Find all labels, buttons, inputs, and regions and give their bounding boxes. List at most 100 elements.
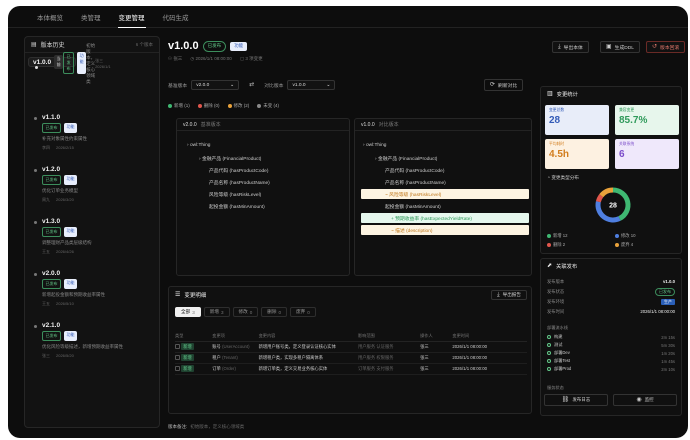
tree-node[interactable]: › 金融产品 (FinancialProduct) [375, 155, 437, 162]
clock-icon: ◷ [190, 56, 195, 61]
legend-dot-icon [257, 103, 262, 108]
swap-icon[interactable]: ⇄ [249, 82, 254, 88]
release-info-row: 发布环境 生产 [547, 297, 675, 306]
target-label: 对比版本 [264, 83, 284, 89]
filter-tab[interactable]: 全部 3 [175, 307, 201, 317]
generate-ddl-button[interactable]: ▣ 生成DDL [600, 41, 640, 53]
timeline-dot [34, 117, 37, 120]
row-checkbox[interactable] [175, 354, 180, 360]
monitor-button[interactable]: ◉ 监控 [613, 394, 677, 406]
legend-item: 未变 (4) [257, 103, 279, 109]
tree-node[interactable]: 产品代码 (hasProductCode) [385, 167, 444, 174]
donut-slice-3 [599, 187, 614, 198]
row-checkbox[interactable] [175, 365, 180, 371]
tree-node-added[interactable]: + 预期收益率 (hasExpectedYieldRate) [361, 213, 529, 223]
undo-icon: ↺ [652, 44, 658, 50]
filter-tab[interactable]: 修改 0 [232, 307, 259, 317]
tree-node[interactable]: 产品名称 (hasProductName) [209, 179, 270, 186]
version-history-panel: ▤ 版本历史 6 个版本 v1.0.0 当前 已发布 功能 初始版本，定义核心领域类 张三… [24, 36, 160, 428]
timeline-dot [34, 325, 37, 328]
column-header: 类型 [175, 331, 213, 342]
status-badge: 已发布 [42, 175, 61, 185]
table-row[interactable]: 新增 账号 (UserAccount) 新增用户账号类，定义登录认证核心实体 用户服务… [175, 341, 527, 353]
column-header: 操作人 [420, 331, 453, 342]
detail-title: 变更明细 [184, 293, 207, 299]
timeline-dot [34, 169, 37, 172]
type-badge: 新增 [181, 365, 194, 372]
history-count: 6 个版本 [135, 41, 153, 47]
dist-legend-item: 修改 10 [615, 233, 636, 239]
version-item-v1-1-0[interactable]: v1.1.0 已发布 功能 补充对象属性约束属性 李四 2026/2/15 [28, 109, 158, 161]
donut-slice-2 [595, 194, 604, 203]
tree-node[interactable]: 风险等级 (hasRiskLevel) [209, 191, 261, 198]
tab-changes[interactable]: 变更管理 [110, 12, 154, 28]
version-name: v1.0.0 [168, 40, 199, 52]
release-panel: ⬈ 关联发布 发布版本 v1.0.0 发布状态 已发布 发布环境 生产 发布时间 2026/1/… [540, 258, 682, 416]
version-meta: ⚇ 张三 ◷ 2026/1/1 08:00:00 ▢ 3 项变更 [168, 56, 263, 62]
stats-panel: ▥ 变更统计 变更总数 28 兼容变更 85.7% 平均耗时 4.5h 关联系统 6 ◔ 变更类… [540, 86, 682, 254]
target-tree-version: v1.0.0 [361, 121, 375, 128]
version-name: v2.1.0 [42, 322, 61, 329]
compare-selectors: 基准版本 v2.0.0 ⌄ ⇄ 对比版本 v1.0.0 ⌄ [168, 80, 336, 90]
base-tree-panel: v2.0.0 基准版本 › owl:Thing › 金融产品 (Financial… [176, 118, 350, 276]
tree-node[interactable]: 起投金额 (hasMinAmount) [209, 203, 265, 210]
version-item-v1-2-0[interactable]: v1.2.0 已发布 功能 优化订单业务模型 周九 2026/3/20 [28, 161, 158, 213]
export-report-button[interactable]: ⤓ 导出报告 [490, 290, 527, 300]
base-tree-subtitle: 基准版本 [200, 122, 221, 128]
dist-legend-item: 新增 12 [547, 233, 568, 239]
tree-node[interactable]: 产品名称 (hasProductName) [385, 179, 446, 186]
check-circle-icon [547, 366, 551, 371]
timeline-dot [34, 273, 37, 276]
version-note: 版本备注: 初始版本，定义核心领域类 [168, 424, 245, 429]
stat-card: 兼容变更 85.7% [615, 105, 679, 135]
rollback-button[interactable]: ↺ 版本回滚 [646, 41, 686, 53]
donut-total: 28 [609, 203, 617, 210]
pipeline-step: 部署Prod 2m 10s [547, 365, 675, 373]
database-icon: ▣ [606, 44, 612, 50]
column-header: 变更项 [212, 331, 259, 342]
refresh-compare-button[interactable]: ⟳ 刷新对比 [484, 79, 524, 91]
tab-overview[interactable]: 本体概览 [28, 12, 72, 27]
filter-tab[interactable]: 废弃 0 [290, 307, 316, 317]
release-info-row: 发布状态 已发布 [547, 287, 675, 296]
tree-node-modified[interactable]: ~ 风险等级 (hasRiskLevel) [361, 189, 529, 199]
target-version-select[interactable]: v1.0.0 ⌄ [287, 80, 336, 90]
filter-tab[interactable]: 新增 3 [203, 307, 230, 317]
change-count: ▢ 3 项变更 [239, 56, 263, 61]
pipeline-step: 部署Dev 1m 20s [547, 349, 675, 357]
type-badge: 新增 [181, 343, 194, 350]
stats-title: 变更统计 [556, 92, 578, 98]
feature-badge: 功能 [64, 175, 77, 185]
check-circle-icon [547, 358, 551, 363]
legend-dot-icon [197, 103, 202, 108]
app-window: 本体概览 类管理 变更管理 代码生成 ▤ 版本历史 6 个版本 v1.0.0 当前… [8, 6, 688, 438]
version-item-v2-1-0[interactable]: v2.1.0 已发布 功能 优化风险等级描述，新增预期收益率属性 张三 2026/5/20 [28, 317, 158, 369]
table-row[interactable]: 新增 订单 (Order) 新增订单类，定义交易业务核心实体 订单服务 支付服务 张三 2… [175, 363, 527, 375]
base-version-select[interactable]: v2.0.0 ⌄ [191, 80, 240, 90]
filter-tab[interactable]: 删除 0 [261, 307, 288, 317]
timeline-dot [35, 66, 38, 69]
stat-card: 平均耗时 4.5h [545, 139, 609, 169]
version-item-v2-0-0[interactable]: v2.0.0 已发布 功能 新增起投金额和预期收益率属性 王五 2026/5/10 [28, 265, 158, 317]
version-desc: 优化订单业务模型 [42, 188, 78, 193]
row-checkbox[interactable] [175, 343, 180, 349]
tab-codegen[interactable]: 代码生成 [154, 12, 198, 27]
export-ontology-button[interactable]: ⤓ 导出本体 [552, 41, 589, 53]
base-label: 基准版本 [168, 83, 188, 89]
tree-node[interactable]: 起投金额 (hasMinAmount) [385, 203, 441, 210]
version-item-v1-3-0[interactable]: v1.3.0 已发布 功能 调整理财产品类层级结构 王五 2026/4/26 [28, 213, 158, 265]
current-badge: 当前 [54, 55, 64, 69]
tree-node[interactable]: › owl:Thing [363, 143, 386, 148]
column-header: 影响范围 [357, 331, 421, 342]
history-icon: ▤ [31, 41, 37, 48]
tree-node[interactable]: 产品代码 (hasProductCode) [209, 167, 268, 174]
tree-node-modified[interactable]: ~ 描述 (description) [361, 225, 529, 235]
tab-classes[interactable]: 类管理 [72, 12, 110, 27]
feature-badge: 功能 [64, 279, 77, 289]
version-item-v1-0-0[interactable]: v1.0.0 当前 已发布 功能 初始版本，定义核心领域类 张三2026/1/1 [28, 43, 111, 84]
tree-node[interactable]: › owl:Thing [187, 143, 210, 148]
release-log-button[interactable]: ⛓ 发布日志 [544, 394, 608, 406]
service-status-title: 服务状态 [547, 385, 564, 390]
table-row[interactable]: 新增 租户 (Tenant) 新增租户类，实现多租户隔离体系 用户服务 权限服务 张三 2… [175, 352, 527, 364]
tree-node[interactable]: › 金融产品 (FinancialProduct) [199, 155, 261, 162]
